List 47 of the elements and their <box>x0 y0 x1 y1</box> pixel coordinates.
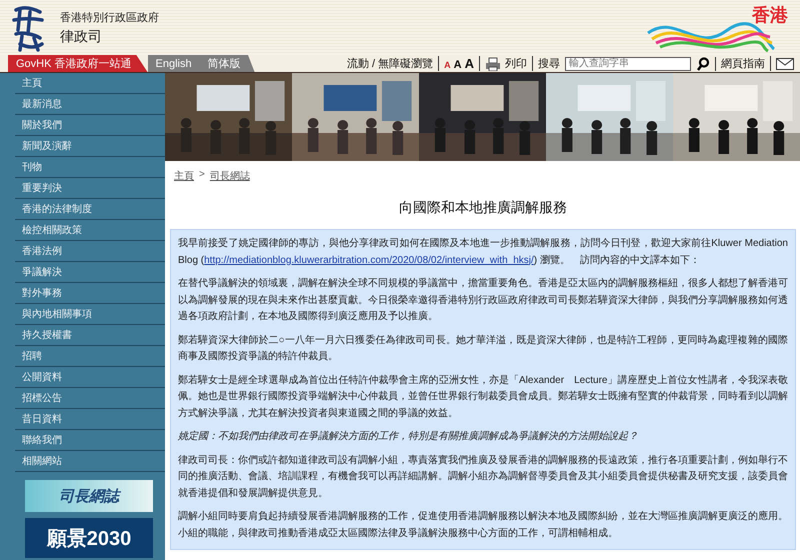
breadcrumb-separator: > <box>199 169 205 182</box>
breadcrumb-link[interactable]: 主頁 <box>174 169 194 183</box>
question-paragraph: 姚定國：不如我們由律政司在爭議解決方面的工作，特別是有關推廣調解成為爭議解決的方法開始說起？ <box>178 430 639 444</box>
sidebar-item[interactable]: 聯絡我們 <box>15 430 165 451</box>
sidebar-item[interactable]: 公開資料 <box>15 367 165 388</box>
brand-logo-text: 香港 <box>752 4 788 26</box>
sidebar-item[interactable]: 香港法例 <box>15 241 165 262</box>
paragraph: 在替代爭議解決的領域裏，調解在解決全球不同規模的爭議當中，擔當重要角色。香港是亞太區內的調解服務樞紐，很多人都想了解香港可以為調解發展的現在與未來作出甚麼貢獻。今日很榮幸邀得香港特別行政區政府律政司司長鄭若驊資深大律師，與我們分享調解服務如何透過各項政府計劃，在本地及國際得到廣泛應用及予以推廣。 <box>178 276 788 324</box>
font-size-link[interactable]: A <box>464 56 474 71</box>
sidebar-item[interactable]: 重要判決 <box>15 178 165 199</box>
calligraphy-logo-icon <box>10 4 46 52</box>
sidebar-item[interactable]: 香港的法律制度 <box>15 199 165 220</box>
paragraph: 鄭若驊資深大律師於二○一八年一月六日獲委任為律政司司長。她才華洋溢，既是資深大律師，也是特許工程師，更同時為處理複雜的國際商事及國際投資爭議的特許仲裁員。 <box>178 334 788 364</box>
breadcrumb-link[interactable]: 司長網誌 <box>210 169 250 183</box>
promo-banner[interactable]: 願景2030 <box>25 518 153 558</box>
sidebar-item[interactable]: 招聘 <box>15 346 165 367</box>
sidebar-item[interactable]: 爭議解決 <box>15 262 165 283</box>
search-field[interactable]: 輸入查詢字串 <box>565 56 691 70</box>
search-label: 搜尋 <box>538 57 560 71</box>
paragraph: 鄭若驊女士是經全球選舉成為首位出任特許仲裁學會主席的亞洲女性，亦是「Alexander Lecture」講座歷史上首位女性講者，令我深表敬佩。她也是世界銀行國際投資爭端解決中心仲裁員，並曾任世界銀行制裁委員會成員。鄭若驊女士既擁有堅實的仲裁背景，同時看到以調解方式解決爭議，尤其在解決投資者與東道國之間的爭議的效益。 <box>178 374 788 420</box>
accessibility-link[interactable]: 流動 / 無障礙瀏覽 <box>346 56 440 71</box>
sidebar-item[interactable]: 持久授權書 <box>15 325 165 346</box>
department-name: 律政司 <box>60 28 103 46</box>
promo-banner[interactable]: 司長網誌 <box>25 480 153 512</box>
page-title: 向國際和本地推廣調解服務 <box>398 199 568 217</box>
government-name: 香港特別行政區政府 <box>60 10 159 24</box>
blog-link[interactable]: http://mediationblog.kluwerarbitration.com/2020/08/02/interview_with_hksj/ <box>204 254 534 266</box>
font-size-link[interactable]: A <box>454 59 462 71</box>
sidebar-item[interactable]: 檢控相關政策 <box>15 220 165 241</box>
sidebar-item[interactable]: 與內地相關事項 <box>15 304 165 325</box>
site-link[interactable]: 简体版 <box>200 55 255 72</box>
printer-icon[interactable] <box>485 56 501 70</box>
sidebar-item[interactable]: 招標公告 <box>15 388 165 409</box>
print-link[interactable]: 列印 <box>505 56 527 71</box>
sidebar-item[interactable]: 相關網站 <box>15 451 165 472</box>
site-guide-link[interactable]: 網頁指南 <box>721 56 771 71</box>
sidebar-item[interactable]: 對外事務 <box>15 283 165 304</box>
search-icon[interactable] <box>696 56 716 70</box>
site-link[interactable]: GovHK 香港政府一站通 <box>8 55 148 72</box>
sidebar-item[interactable]: 昔日資料 <box>15 409 165 430</box>
sidebar-item[interactable]: 刊物 <box>15 157 165 178</box>
mail-icon[interactable] <box>776 58 794 70</box>
paragraph: 我早前接受了姚定國律師的專訪，與他分享律政司如何在國際及本地進一步推動調解服務，訪問今日刊登，歡迎大家前往Kluwer Mediation Blog (http://mediationblog.kluwerarbitration.com/2020/08/02/interview_with_hksj/) 瀏覽。 訪問內容的中文譯本如下： <box>178 236 788 268</box>
paragraph: 調解小組同時要肩負起持續發展香港調解服務的工作，促進使用香港調解服務以解決本地及國際糾紛，並在大灣區推廣調解更廣泛的應用。小組的職能，與律政司推動香港成亞太區國際法律及爭議解決服務中心方面的工作，可謂相輔相成。 <box>178 510 788 540</box>
site-link[interactable]: English <box>148 55 200 72</box>
font-size-link[interactable]: A <box>444 60 451 70</box>
paragraph: 律政司司長：你們或許都知道律政司設有調解小組，專責落實我們推廣及發展香港的調解服務的長遠政策，推行各項重要計劃，例如舉行不同的推廣活動、會議、培訓課程，有機會我可以再詳細講解。調解小組亦為調解督導委員會及其小組委員會提供秘書及研究支援，該委員會就香港提倡和發展調解提供意見。 <box>178 454 788 500</box>
